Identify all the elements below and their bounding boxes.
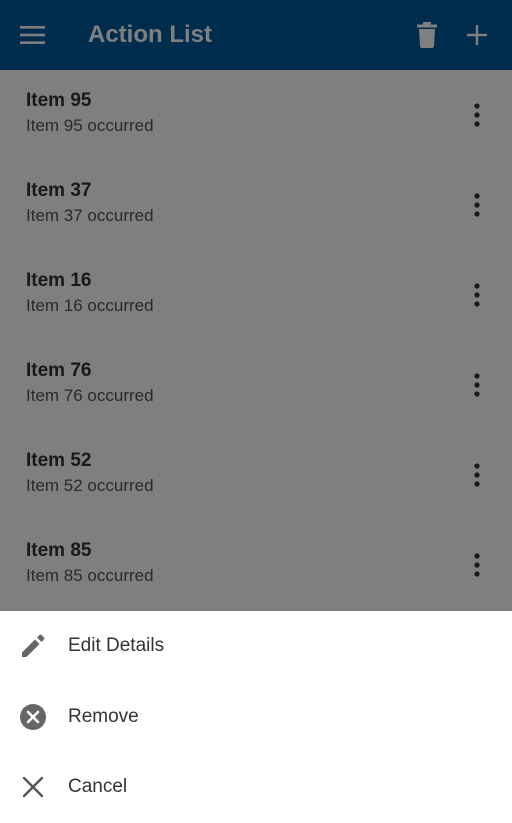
- menu-button[interactable]: [8, 0, 58, 70]
- cancel-label: Cancel: [68, 776, 128, 798]
- remove-action[interactable]: Remove: [0, 682, 512, 753]
- list-item[interactable]: Item 52 Item 52 occurred: [0, 430, 512, 520]
- more-vert-icon: [474, 553, 480, 577]
- more-options-button[interactable]: [457, 365, 497, 405]
- item-subtitle: Item 76 occurred: [26, 386, 154, 405]
- list-item[interactable]: Item 37 Item 37 occurred: [0, 160, 512, 250]
- add-icon: [467, 25, 487, 45]
- item-subtitle: Item 16 occurred: [26, 296, 154, 315]
- item-subtitle: Item 37 occurred: [26, 206, 154, 225]
- item-title: Item 95: [26, 90, 92, 111]
- menu-icon: [20, 26, 45, 44]
- more-vert-icon: [474, 463, 480, 487]
- item-subtitle: Item 95 occurred: [26, 116, 154, 135]
- delete-icon: [417, 22, 437, 48]
- item-title: Item 52: [26, 450, 92, 471]
- more-options-button[interactable]: [457, 455, 497, 495]
- item-subtitle: Item 52 occurred: [26, 476, 154, 495]
- list-item[interactable]: Item 95 Item 95 occurred: [0, 70, 512, 160]
- close-icon: [18, 772, 48, 802]
- item-title: Item 76: [26, 360, 92, 381]
- page-title: Action List: [88, 21, 212, 48]
- more-options-button[interactable]: [457, 95, 497, 135]
- action-list: Item 95 Item 95 occurred Item 37 Item 37…: [0, 70, 512, 611]
- more-vert-icon: [474, 283, 480, 307]
- remove-label: Remove: [68, 705, 139, 727]
- more-vert-icon: [474, 373, 480, 397]
- item-subtitle: Item 85 occurred: [26, 566, 154, 585]
- more-vert-icon: [474, 193, 480, 217]
- more-options-button[interactable]: [457, 185, 497, 225]
- item-title: Item 85: [26, 540, 92, 561]
- app-bar: Action List: [0, 0, 512, 70]
- more-vert-icon: [474, 103, 480, 127]
- delete-button[interactable]: [402, 0, 452, 70]
- item-title: Item 16: [26, 270, 92, 291]
- list-item[interactable]: Item 16 Item 16 occurred: [0, 250, 512, 340]
- edit-details-action[interactable]: Edit Details: [0, 611, 512, 682]
- pencil-icon: [18, 631, 48, 661]
- remove-circle-icon: [18, 702, 48, 732]
- cancel-action[interactable]: Cancel: [0, 752, 512, 823]
- list-item[interactable]: Item 76 Item 76 occurred: [0, 340, 512, 430]
- add-button[interactable]: [452, 0, 502, 70]
- more-options-button[interactable]: [457, 275, 497, 315]
- list-item[interactable]: Item 85 Item 85 occurred: [0, 520, 512, 610]
- bottom-sheet: Edit Details Remove Cancel: [0, 611, 512, 822]
- more-options-button[interactable]: [457, 545, 497, 585]
- edit-details-label: Edit Details: [68, 635, 165, 657]
- item-title: Item 37: [26, 180, 92, 201]
